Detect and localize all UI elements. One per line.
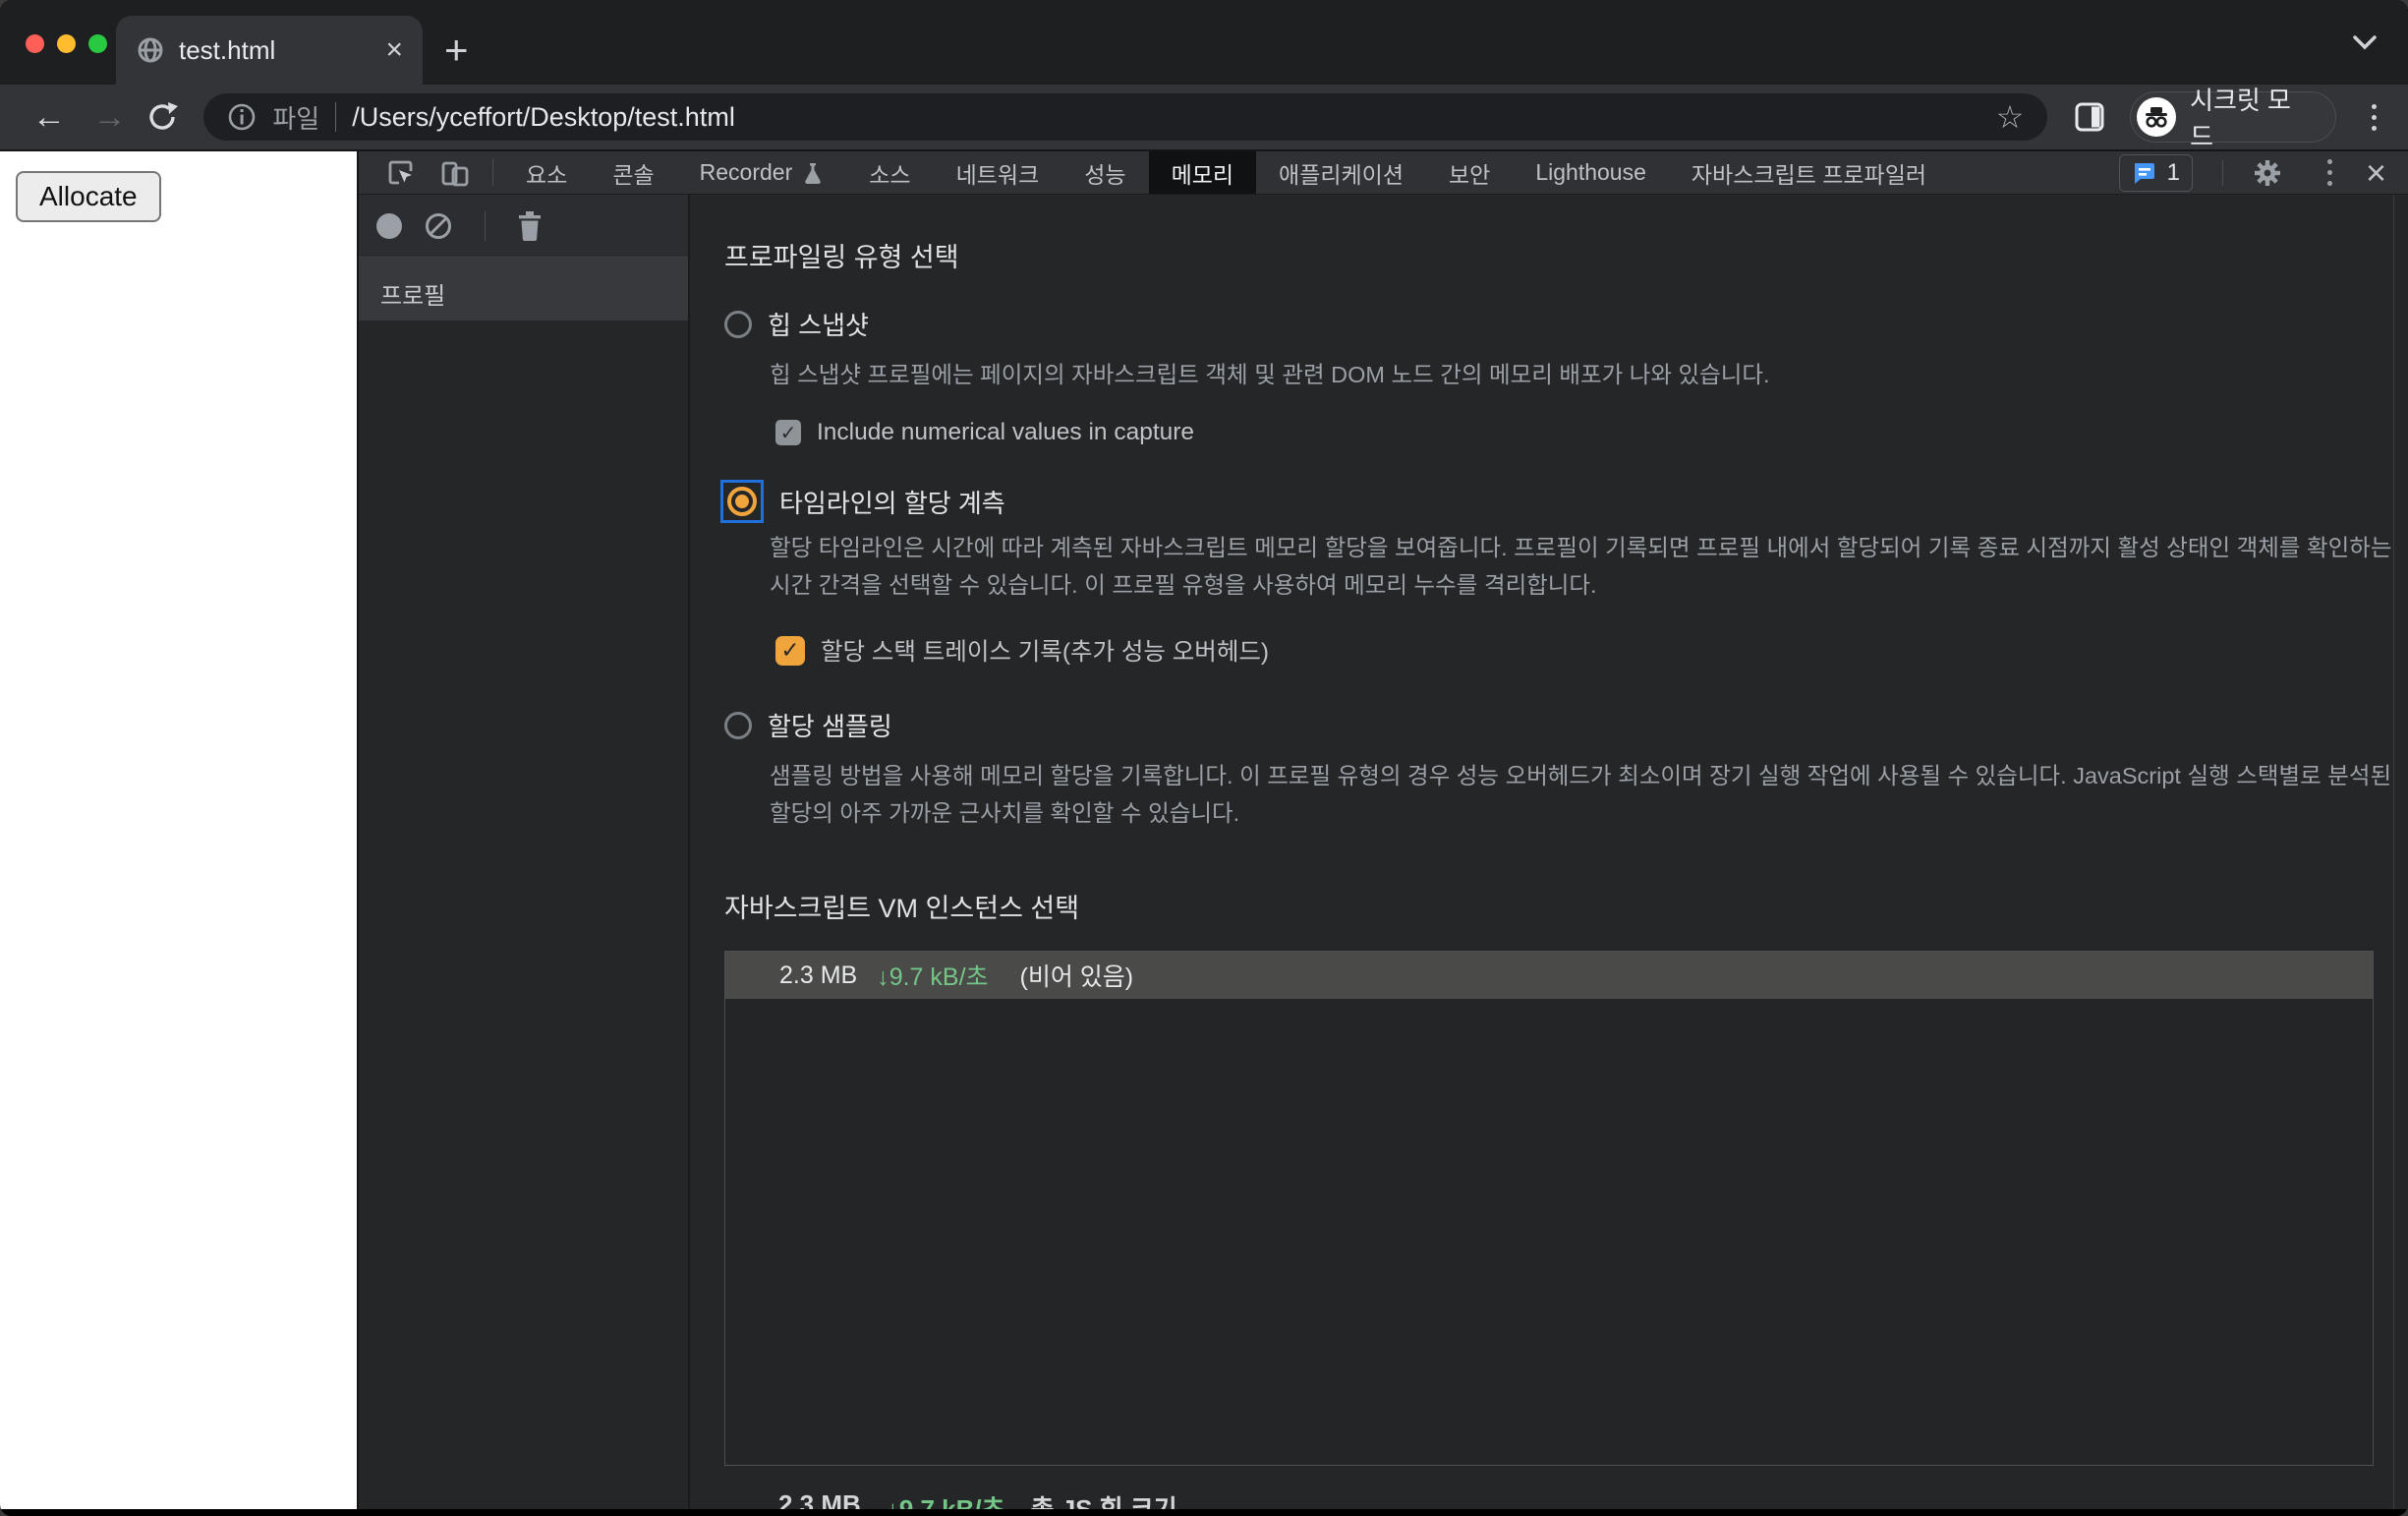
- total-size: 2.3 MB: [778, 1489, 861, 1509]
- tab-recorder[interactable]: Recorder: [677, 151, 847, 194]
- vm-rate: 9.7 kB/초: [889, 963, 989, 991]
- tab-console[interactable]: 콘솔: [590, 151, 676, 194]
- devtools-tabbar: 요소 콘솔 Recorder 소스 네트워크 성능 메모리 애플리케이션 보안 …: [359, 151, 2408, 195]
- flask-icon: [802, 161, 824, 185]
- toolbar-divider: [485, 210, 486, 241]
- incognito-badge: 시크릿 모드: [2130, 86, 2337, 151]
- tab-elements[interactable]: 요소: [503, 151, 590, 194]
- tab-js-profiler[interactable]: 자바스크립트 프로파일러: [1669, 151, 1949, 194]
- profiles-toolbar: [359, 195, 688, 258]
- vm-instance-row[interactable]: 2.3 MB ↓9.7 kB/초 (비어 있음): [725, 952, 2373, 999]
- incognito-icon: [2137, 97, 2177, 137]
- browser-menu-icon[interactable]: [2364, 103, 2384, 131]
- inspect-element-icon[interactable]: [374, 151, 428, 194]
- clear-icon[interactable]: [424, 211, 453, 241]
- bookmark-star-icon[interactable]: ☆: [1996, 98, 2025, 136]
- forward-button[interactable]: →: [85, 98, 136, 137]
- titlebar: test.html × +: [0, 0, 2408, 85]
- address-bar: ← → 파일 /Users/yceffort/Desktop/test.html…: [0, 85, 2408, 151]
- issues-bubble-icon: [2132, 160, 2157, 186]
- devtools: 요소 콘솔 Recorder 소스 네트워크 성능 메모리 애플리케이션 보안 …: [357, 151, 2408, 1509]
- omnibox[interactable]: 파일 /Users/yceffort/Desktop/test.html ☆: [203, 93, 2048, 141]
- close-window-button[interactable]: [26, 34, 44, 53]
- down-arrow-icon: ↓: [886, 1494, 899, 1509]
- globe-icon: [136, 35, 165, 65]
- devtools-close-icon[interactable]: ×: [2360, 154, 2392, 191]
- device-toolbar-icon[interactable]: [428, 151, 483, 194]
- settings-gear-icon[interactable]: [2253, 158, 2282, 188]
- incognito-label: 시크릿 모드: [2190, 86, 2291, 151]
- total-rate: 9.7 kB/초: [898, 1494, 1005, 1509]
- record-icon[interactable]: [376, 212, 402, 239]
- reload-button[interactable]: [144, 99, 180, 135]
- browser-window: test.html × + ← → 파일 /Users/yceffort/Des…: [0, 0, 2408, 1516]
- total-label: 총 JS 힙 크기: [1030, 1494, 1177, 1509]
- devtools-menu-icon[interactable]: [2320, 159, 2340, 186]
- vm-note: (비어 있음): [1019, 963, 1134, 991]
- maximize-window-button[interactable]: [88, 34, 107, 53]
- memory-panel: 프로파일링 유형 선택 힙 스냅샷 힙 스냅샷 프로필에는 페이지의 자바스크립…: [690, 195, 2393, 1509]
- content-area: Allocate 요소 콘솔 Recorder 소스 네트워크 성능 메모리 애…: [0, 149, 2408, 1509]
- web-page: Allocate: [0, 151, 357, 1509]
- toolbar-divider: [2221, 159, 2223, 186]
- checkbox-include-numerical[interactable]: ✓: [775, 420, 801, 445]
- radio-allocation-timeline[interactable]: [720, 480, 764, 523]
- radio-heap-snapshot[interactable]: [724, 310, 752, 338]
- url-scheme-label: 파일: [272, 103, 320, 134]
- vm-instances-list: 2.3 MB ↓9.7 kB/초 (비어 있음): [724, 951, 2374, 1466]
- radio-allocation-sampling[interactable]: [724, 711, 752, 739]
- window-bottom-edge: [0, 1509, 2408, 1516]
- option-description: 힙 스냅샷 프로필에는 페이지의 자바스크립트 객체 및 관련 DOM 노드 간…: [770, 362, 1770, 387]
- tab-sources[interactable]: 소스: [846, 151, 933, 194]
- url-text[interactable]: /Users/yceffort/Desktop/test.html: [352, 102, 735, 133]
- down-arrow-icon: ↓: [877, 963, 889, 991]
- option-description: 할당 타임라인은 시간에 따라 계측된 자바스크립트 메모리 할당을 보여줍니다…: [770, 535, 2392, 598]
- minimize-window-button[interactable]: [57, 34, 76, 53]
- tab-application[interactable]: 애플리케이션: [1256, 151, 1426, 194]
- checkbox-label[interactable]: Include numerical values in capture: [817, 419, 1194, 446]
- tab-search-chevron-icon[interactable]: [2351, 33, 2379, 51]
- omnibox-divider: [335, 102, 337, 132]
- checkbox-label[interactable]: 할당 스택 트레이스 기록(추가 성능 오버헤드): [821, 633, 1269, 668]
- back-button[interactable]: ←: [24, 98, 75, 137]
- vm-instances-heading: 자바스크립트 VM 인스턴스 선택: [724, 894, 1080, 923]
- vm-heap-size: 2.3 MB: [779, 961, 858, 989]
- heap-total-summary: 2.3 MB ↓9.7 kB/초 총 JS 힙 크기: [724, 1489, 2393, 1509]
- scrollbar-track[interactable]: [2393, 195, 2408, 1509]
- tab-performance[interactable]: 성능: [1061, 151, 1148, 194]
- tab-network[interactable]: 네트워크: [934, 151, 1062, 194]
- browser-tab[interactable]: test.html ×: [116, 16, 423, 85]
- checkbox-allocation-stack[interactable]: ✓: [775, 635, 805, 666]
- allocate-button[interactable]: Allocate: [16, 171, 161, 222]
- side-panel-icon[interactable]: [2073, 100, 2106, 134]
- tab-lighthouse[interactable]: Lighthouse: [1513, 151, 1669, 194]
- option-label[interactable]: 힙 스냅샷: [768, 306, 869, 342]
- profiles-sidebar: 프로필: [359, 195, 690, 1509]
- toolbar-divider: [492, 159, 493, 186]
- profiles-header[interactable]: 프로필: [359, 258, 688, 321]
- new-tab-button[interactable]: +: [444, 29, 469, 71]
- trash-icon[interactable]: [517, 210, 543, 241]
- tab-memory[interactable]: 메모리: [1148, 151, 1257, 194]
- option-label[interactable]: 타임라인의 할당 계측: [779, 484, 1005, 520]
- tab-close-icon[interactable]: ×: [385, 35, 403, 65]
- window-controls: [26, 34, 107, 53]
- profiling-type-heading: 프로파일링 유형 선택: [724, 243, 959, 272]
- issues-count: 1: [2166, 158, 2180, 186]
- tab-title: test.html: [179, 34, 276, 65]
- option-description: 샘플링 방법을 사용해 메모리 할당을 기록합니다. 이 프로필 유형의 경우 …: [770, 763, 2392, 826]
- issues-button[interactable]: 1: [2118, 153, 2193, 192]
- tab-security[interactable]: 보안: [1426, 151, 1513, 194]
- info-icon[interactable]: [227, 102, 257, 132]
- option-label[interactable]: 할당 샘플링: [768, 707, 892, 743]
